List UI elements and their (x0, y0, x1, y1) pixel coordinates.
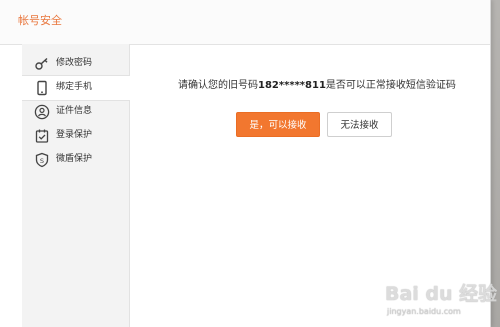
sidebar-item-label: 微盾保护 (56, 154, 93, 164)
sidebar-item-label: 证件信息 (56, 106, 93, 116)
id-badge-icon (34, 104, 50, 120)
window-title: 帐号安全 (18, 14, 62, 27)
baidu-jingyan-watermark: Bai du 经验 jingyan.baidu.com (385, 282, 497, 322)
title-bar: 帐号安全 (0, 0, 490, 45)
login-protect-icon (34, 128, 50, 144)
shield-icon: S (34, 152, 50, 168)
confirm-can-receive-button[interactable]: 是，可以接收 (236, 112, 320, 137)
sidebar-item-login-protection[interactable]: 登录保护 (22, 124, 129, 148)
masked-phone-number: 182*****811 (258, 80, 326, 91)
prompt-suffix: 是否可以正常接收短信验证码 (325, 80, 456, 91)
account-security-window: 帐号安全 修改密码 绑定手机 证件信息 登录保护 S 微盾保护 请确认您的旧号码… (0, 0, 491, 327)
watermark-logo: Bai du 经验 (385, 283, 498, 305)
sidebar-item-label: 修改密码 (56, 58, 93, 68)
sidebar-item-bind-phone[interactable]: 绑定手机 (22, 75, 130, 101)
sidebar: 修改密码 绑定手机 证件信息 登录保护 S 微盾保护 (22, 44, 130, 327)
sidebar-item-change-password[interactable]: 修改密码 (22, 52, 129, 76)
confirm-old-number-prompt: 请确认您的旧号码182*****811是否可以正常接收短信验证码 (178, 79, 456, 92)
prompt-prefix: 请确认您的旧号码 (178, 80, 258, 91)
sidebar-item-shield-protection[interactable]: S 微盾保护 (22, 148, 129, 172)
watermark-url: jingyan.baidu.com (387, 307, 461, 316)
sidebar-item-label: 绑定手机 (56, 82, 93, 92)
svg-text:S: S (40, 157, 44, 165)
cannot-receive-button[interactable]: 无法接收 (327, 112, 392, 137)
key-icon (34, 56, 50, 72)
sidebar-item-label: 登录保护 (56, 130, 93, 140)
sidebar-item-id-info[interactable]: 证件信息 (22, 100, 129, 124)
phone-icon (34, 80, 50, 96)
